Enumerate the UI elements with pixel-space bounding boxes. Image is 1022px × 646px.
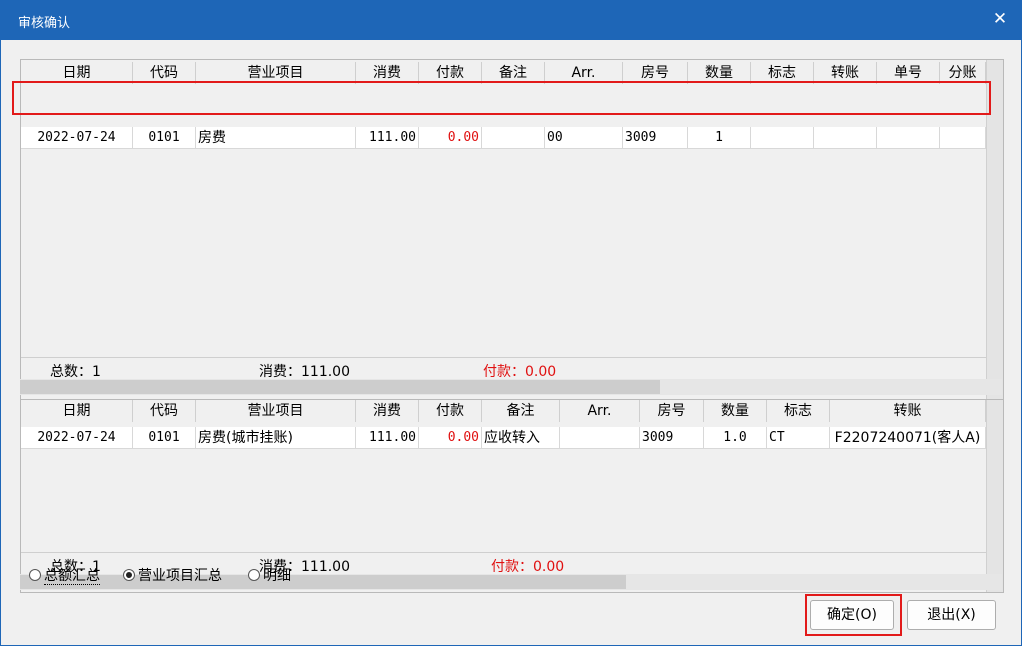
cell-arr: 00: [545, 127, 623, 149]
radio-circle-icon[interactable]: [29, 569, 41, 581]
cell-split: [940, 127, 986, 149]
col-header-code[interactable]: 代码: [133, 62, 196, 84]
cell-arr: [560, 427, 640, 449]
cell-room: 3009: [640, 427, 704, 449]
col-header-flag[interactable]: 标志: [767, 400, 830, 422]
col-header-qty[interactable]: 数量: [688, 62, 751, 84]
col-header-item[interactable]: 营业项目: [196, 62, 356, 84]
col-header-code[interactable]: 代码: [133, 400, 196, 422]
top-horizontal-scrollbar[interactable]: [20, 379, 1002, 395]
cell-spend: 111.00: [356, 127, 419, 149]
col-header-arr[interactable]: Arr.: [545, 62, 623, 84]
radio-label: 总额汇总: [44, 568, 100, 585]
table-row[interactable]: 2022-07-24 0101 房费 111.00 0.00 00 3009 1: [21, 127, 986, 149]
ok-button[interactable]: 确定(O): [810, 600, 894, 630]
cell-pay: 0.00: [419, 127, 482, 149]
cell-bill-no: [877, 127, 940, 149]
col-header-date[interactable]: 日期: [21, 400, 133, 422]
cell-remark: 应收转入: [482, 427, 560, 449]
col-header-spend[interactable]: 消费: [356, 62, 419, 84]
top-grid-header: 日期 代码 营业项目 消费 付款 备注 Arr. 房号 数量 标志 转账 单号 …: [21, 62, 986, 84]
close-icon[interactable]: ✕: [990, 9, 1010, 29]
cell-transfer: [814, 127, 877, 149]
dialog-body: 日期 代码 营业项目 消费 付款 备注 Arr. 房号 数量 标志 转账 单号 …: [0, 40, 1022, 646]
radio-circle-icon[interactable]: [248, 569, 260, 581]
radio-total-summary[interactable]: 总额汇总: [29, 565, 100, 585]
col-header-remark[interactable]: 备注: [482, 62, 545, 84]
col-header-pay[interactable]: 付款: [419, 400, 482, 422]
col-header-item[interactable]: 营业项目: [196, 400, 356, 422]
cell-flag: CT: [767, 427, 830, 449]
col-header-transfer[interactable]: 转账: [814, 62, 877, 84]
cell-qty: 1: [688, 127, 751, 149]
cell-transfer: F2207240071(客人A): [830, 427, 986, 449]
radio-label: 营业项目汇总: [138, 568, 222, 584]
cell-code: 0101: [133, 127, 196, 149]
col-header-bill-no[interactable]: 单号: [877, 62, 940, 84]
col-header-spend[interactable]: 消费: [356, 400, 419, 422]
col-header-remark[interactable]: 备注: [482, 400, 560, 422]
col-header-room[interactable]: 房号: [623, 62, 688, 84]
top-summary-spend: 消费：111.00: [259, 364, 350, 380]
cell-flag: [751, 127, 814, 149]
radio-label: 明细: [263, 568, 291, 584]
top-summary-count: 总数：1: [50, 364, 101, 380]
cell-item: 房费(城市挂账): [196, 427, 356, 449]
col-header-date[interactable]: 日期: [21, 62, 133, 84]
bottom-hscroll-thumb[interactable]: [20, 575, 626, 589]
bottom-vertical-scrollbar[interactable]: [986, 400, 1003, 592]
exit-button[interactable]: 退出(X): [907, 600, 996, 630]
window-title: 审核确认: [18, 16, 71, 31]
cell-date: 2022-07-24: [21, 427, 133, 449]
title-bar: 审核确认 ✕: [0, 0, 1022, 40]
radio-detail[interactable]: 明细: [248, 565, 291, 585]
cell-spend: 111.00: [356, 427, 419, 449]
cell-item: 房费: [196, 127, 356, 149]
cell-date: 2022-07-24: [21, 127, 133, 149]
col-header-arr[interactable]: Arr.: [560, 400, 640, 422]
bottom-grid-header: 日期 代码 营业项目 消费 付款 备注 Arr. 房号 数量 标志 转账: [21, 400, 986, 422]
col-header-qty[interactable]: 数量: [704, 400, 767, 422]
radio-item-summary[interactable]: 营业项目汇总: [123, 565, 222, 585]
radio-circle-selected-icon[interactable]: [123, 569, 135, 581]
top-summary: 总数：1 消费：111.00 付款：0.00: [21, 357, 986, 380]
col-header-room[interactable]: 房号: [640, 400, 704, 422]
top-vertical-scrollbar[interactable]: [986, 60, 1003, 413]
col-header-flag[interactable]: 标志: [751, 62, 814, 84]
col-header-pay[interactable]: 付款: [419, 62, 482, 84]
cell-code: 0101: [133, 427, 196, 449]
cell-pay: 0.00: [419, 427, 482, 449]
bottom-grid[interactable]: 日期 代码 营业项目 消费 付款 备注 Arr. 房号 数量 标志 转账 202…: [21, 400, 986, 592]
bottom-grid-panel: 日期 代码 营业项目 消费 付款 备注 Arr. 房号 数量 标志 转账 202…: [20, 399, 1004, 593]
top-grid[interactable]: 日期 代码 营业项目 消费 付款 备注 Arr. 房号 数量 标志 转账 单号 …: [21, 60, 986, 413]
col-header-split[interactable]: 分账: [940, 62, 986, 84]
top-hscroll-thumb[interactable]: [20, 380, 660, 394]
top-summary-pay: 付款：0.00: [483, 364, 557, 380]
cell-remark: [482, 127, 545, 149]
cell-room: 3009: [623, 127, 688, 149]
bottom-summary-pay: 付款：0.00: [491, 559, 565, 575]
table-row[interactable]: 2022-07-24 0101 房费(城市挂账) 111.00 0.00 应收转…: [21, 427, 986, 449]
cell-qty: 1.0: [704, 427, 767, 449]
top-grid-panel: 日期 代码 营业项目 消费 付款 备注 Arr. 房号 数量 标志 转账 单号 …: [20, 59, 1004, 414]
col-header-transfer[interactable]: 转账: [830, 400, 986, 422]
